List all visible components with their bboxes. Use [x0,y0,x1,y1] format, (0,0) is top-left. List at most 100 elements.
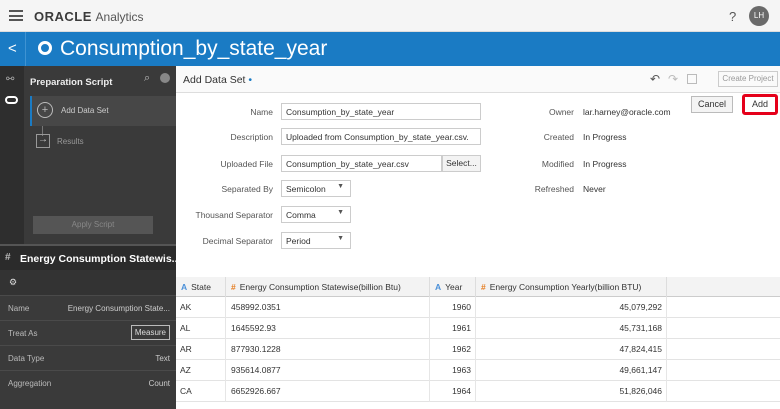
chevron-down-icon: ▼ [337,183,344,190]
cell-consumption-yearly: 45,079,292 [476,297,667,318]
column-name: Energy Consumption Statewis... [20,253,181,265]
table-row[interactable]: AK 458992.0351 1960 45,079,292 [176,297,780,318]
decimal-separator-label: Decimal Separator [202,236,273,246]
dataset-icon [38,41,52,55]
brand-logo: ORACLE Analytics [34,9,144,24]
cell-consumption-yearly: 51,826,046 [476,381,667,402]
cell-consumption-statewise: 877930.1228 [226,339,430,360]
chevron-down-icon: ▼ [337,209,344,216]
create-project-button[interactable]: Create Project [718,71,778,87]
search-icon[interactable]: ⌕ [144,72,150,85]
cell-consumption-statewise: 6652926.667 [226,381,430,402]
table-row[interactable]: CA 6652926.667 1964 51,826,046 [176,381,780,402]
prop-key: Treat As [8,329,38,338]
number-type-icon: # [481,282,486,292]
cell-year: 1964 [430,381,476,402]
data-preview-table: A State # Energy Consumption Statewise(bil… [176,277,780,409]
cell-state: AK [176,297,226,318]
prop-key: Aggregation [8,379,52,388]
page-title: Consumption_by_state_year [60,37,328,60]
prop-key: Name [8,304,30,313]
results-icon [36,134,50,148]
name-field[interactable]: Consumption_by_state_year [281,103,481,120]
dataset-title-bar: < Consumption_by_state_year [0,32,780,66]
step-add-data-set[interactable]: + Add Data Set [30,96,176,126]
add-icon: + [37,102,53,118]
text-type-icon: A [435,282,442,292]
step-label: Add Data Set [61,106,109,115]
step-toolbar: Add Data Set • ↶ ↷ Create Project [176,66,780,93]
uploaded-file-label: Uploaded File [220,159,273,169]
cell-year: 1962 [430,339,476,360]
app-header: ORACLE Analytics ? LH [0,0,780,32]
column-tools: ⚙ [0,270,176,295]
description-label: Description [230,132,273,142]
add-button[interactable]: Add [742,94,778,115]
preparation-icon[interactable] [5,96,18,104]
prop-aggregation[interactable]: Aggregation Count [0,370,176,395]
column-header-state[interactable]: A State [176,277,226,297]
prop-value: Text [155,354,170,363]
number-type-icon: # [231,282,236,292]
cell-consumption-statewise: 935614.0877 [226,360,430,381]
apply-script-button[interactable]: Apply Script [33,216,153,234]
back-button[interactable]: < [8,40,17,57]
user-avatar[interactable]: LH [749,6,769,26]
menu-icon[interactable] [9,10,23,21]
undo-icon[interactable]: ↶ [650,72,660,86]
settings-icon[interactable] [160,73,170,83]
prop-treat-as[interactable]: Treat As Measure [0,320,176,345]
cancel-button[interactable]: Cancel [691,96,733,113]
divider [25,32,26,66]
prop-value: Energy Consumption State... [67,304,170,313]
step-title: Add Data Set • [183,74,253,86]
cell-state: AZ [176,360,226,381]
select-file-button[interactable]: Select... [442,155,481,172]
table-row[interactable]: AL 1645592.93 1961 45,731,168 [176,318,780,339]
table-header: A State # Energy Consumption Statewise(bil… [176,277,780,297]
table-row[interactable]: AZ 935614.0877 1963 49,661,147 [176,360,780,381]
modified-label: Modified [541,159,574,169]
treat-as-toggle[interactable]: Measure [130,325,170,340]
left-panel: ⚯ Preparation Script ⌕ + Add Data Set Re… [0,66,180,409]
cell-state: AR [176,339,226,360]
cell-state: CA [176,381,226,402]
column-header-year[interactable]: A Year [430,277,476,297]
cell-consumption-yearly: 45,731,168 [476,318,667,339]
column-properties-header: # Energy Consumption Statewis... [0,244,180,270]
modified-value: In Progress [583,159,627,169]
created-value: In Progress [583,132,627,142]
name-label: Name [250,107,273,117]
prop-key: Data Type [8,354,45,363]
prop-value: Count [148,379,170,388]
table-row[interactable]: AR 877930.1228 1962 47,824,415 [176,339,780,360]
cell-consumption-yearly: 49,661,147 [476,360,667,381]
decimal-separator-select[interactable]: Period ▼ [281,232,351,249]
panel-strip: ⚯ [0,66,24,244]
chevron-down-icon: ▼ [337,235,344,242]
save-icon[interactable] [687,74,697,84]
cell-state: AL [176,318,226,339]
help-button[interactable]: ? [729,9,736,24]
description-field[interactable]: Uploaded from Consumption_by_state_year.… [281,128,481,145]
cell-consumption-statewise: 458992.0351 [226,297,430,318]
separated-by-select[interactable]: Semicolon ▼ [281,180,351,197]
step-label: Results [57,137,84,146]
cell-consumption-statewise: 1645592.93 [226,318,430,339]
prop-data-type[interactable]: Data Type Text [0,345,176,370]
separated-by-label: Separated By [221,184,273,194]
thousand-separator-select[interactable]: Comma ▼ [281,206,351,223]
column-header-consumption-yearly[interactable]: # Energy Consumption Yearly(billion BTU) [476,277,667,297]
cell-year: 1963 [430,360,476,381]
refreshed-label: Refreshed [534,184,574,194]
created-label: Created [543,132,574,142]
data-elements-icon[interactable]: ⚯ [6,74,14,85]
column-header-consumption-statewise[interactable]: # Energy Consumption Statewise(billion Bt… [226,277,430,297]
cell-year: 1961 [430,318,476,339]
transform-icon[interactable]: ⚙ [9,277,17,288]
prop-name[interactable]: Name Energy Consumption State... [0,295,176,320]
redo-icon[interactable]: ↷ [668,72,678,86]
owner-label: Owner [548,107,574,117]
measure-type-icon: # [5,252,11,263]
thousand-separator-label: Thousand Separator [195,210,274,220]
